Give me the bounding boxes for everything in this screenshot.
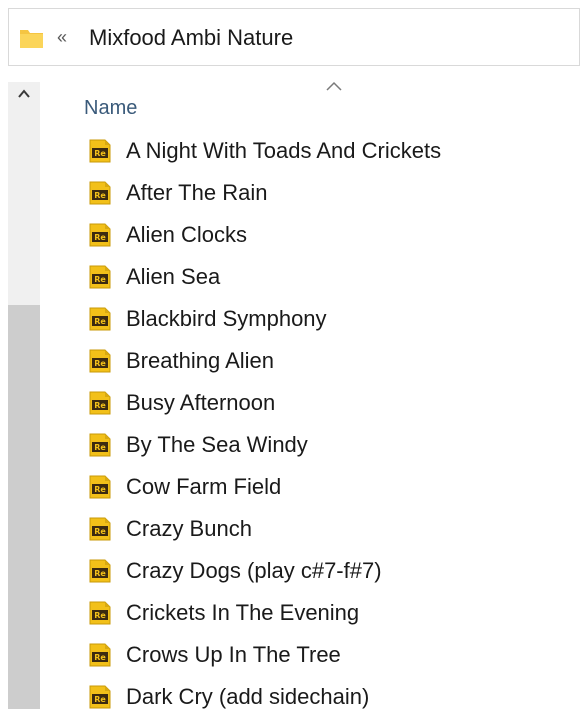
reason-file-icon: Re xyxy=(89,643,111,667)
file-list: Re A Night With Toads And Crickets Re Af… xyxy=(0,131,585,719)
svg-text:Re: Re xyxy=(94,149,106,158)
reason-file-icon: Re xyxy=(89,265,111,289)
file-list-item[interactable]: Re Busy Afternoon xyxy=(0,383,585,425)
sort-ascending-icon xyxy=(326,81,342,91)
column-header-name[interactable]: Name xyxy=(84,95,137,121)
file-name: Crazy Bunch xyxy=(126,516,252,541)
reason-file-icon: Re xyxy=(89,601,111,625)
svg-text:Re: Re xyxy=(94,443,106,452)
file-list-item[interactable]: Re Crickets In The Evening xyxy=(0,593,585,635)
file-name: By The Sea Windy xyxy=(126,432,308,457)
file-name: Crows Up In The Tree xyxy=(126,642,341,667)
file-name: Alien Sea xyxy=(126,264,221,289)
file-list-item[interactable]: Re Crows Up In The Tree xyxy=(0,635,585,677)
reason-file-icon: Re xyxy=(89,685,111,709)
file-list-item[interactable]: Re Blackbird Symphony xyxy=(0,299,585,341)
reason-file-icon: Re xyxy=(89,223,111,247)
reason-file-icon: Re xyxy=(89,181,111,205)
file-name: A Night With Toads And Crickets xyxy=(126,138,442,163)
svg-text:Re: Re xyxy=(94,317,106,326)
svg-text:Re: Re xyxy=(94,359,106,368)
file-name: Breathing Alien xyxy=(126,348,274,373)
file-name: Cow Farm Field xyxy=(126,474,282,499)
file-list-item[interactable]: Re After The Rain xyxy=(0,173,585,215)
folder-icon xyxy=(20,30,43,48)
breadcrumb-current-folder[interactable]: Mixfood Ambi Nature xyxy=(89,24,293,52)
scroll-up-icon[interactable] xyxy=(16,86,32,102)
file-list-item[interactable]: Re Cow Farm Field xyxy=(0,467,585,509)
svg-text:Re: Re xyxy=(94,569,106,578)
file-list-item[interactable]: Re Crazy Bunch xyxy=(0,509,585,551)
svg-text:Re: Re xyxy=(94,485,106,494)
file-name: Dark Cry (add sidechain) xyxy=(126,684,370,709)
reason-file-icon: Re xyxy=(89,391,111,415)
svg-text:Re: Re xyxy=(94,695,106,704)
file-name: Blackbird Symphony xyxy=(126,306,327,331)
reason-file-icon: Re xyxy=(89,517,111,541)
svg-text:Re: Re xyxy=(94,191,106,200)
file-name: Crickets In The Evening xyxy=(126,600,360,625)
svg-text:Re: Re xyxy=(94,611,106,620)
file-list-item[interactable]: Re By The Sea Windy xyxy=(0,425,585,467)
file-name: Alien Clocks xyxy=(126,222,248,247)
file-list-item[interactable]: Re Crazy Dogs (play c#7-f#7) xyxy=(0,551,585,593)
file-list-item[interactable]: Re Breathing Alien xyxy=(0,341,585,383)
svg-text:Re: Re xyxy=(94,275,106,284)
file-list-item[interactable]: Re Dark Cry (add sidechain) xyxy=(0,677,585,719)
svg-text:Re: Re xyxy=(94,401,106,410)
svg-text:Re: Re xyxy=(94,653,106,662)
file-list-item[interactable]: Re Alien Sea xyxy=(0,257,585,299)
address-bar[interactable]: « Mixfood Ambi Nature xyxy=(8,8,580,66)
reason-file-icon: Re xyxy=(89,139,111,163)
reason-file-icon: Re xyxy=(89,559,111,583)
reason-file-icon: Re xyxy=(89,475,111,499)
file-name: Crazy Dogs (play c#7-f#7) xyxy=(126,558,382,583)
svg-text:Re: Re xyxy=(94,233,106,242)
file-list-item[interactable]: Re Alien Clocks xyxy=(0,215,585,257)
reason-file-icon: Re xyxy=(89,307,111,331)
file-list-item[interactable]: Re A Night With Toads And Crickets xyxy=(0,131,585,173)
reason-file-icon: Re xyxy=(89,433,111,457)
file-name: Busy Afternoon xyxy=(126,390,276,415)
svg-text:Re: Re xyxy=(94,527,106,536)
file-name: After The Rain xyxy=(126,180,268,205)
reason-file-icon: Re xyxy=(89,349,111,373)
breadcrumb-overflow-chevron[interactable]: « xyxy=(57,24,67,50)
